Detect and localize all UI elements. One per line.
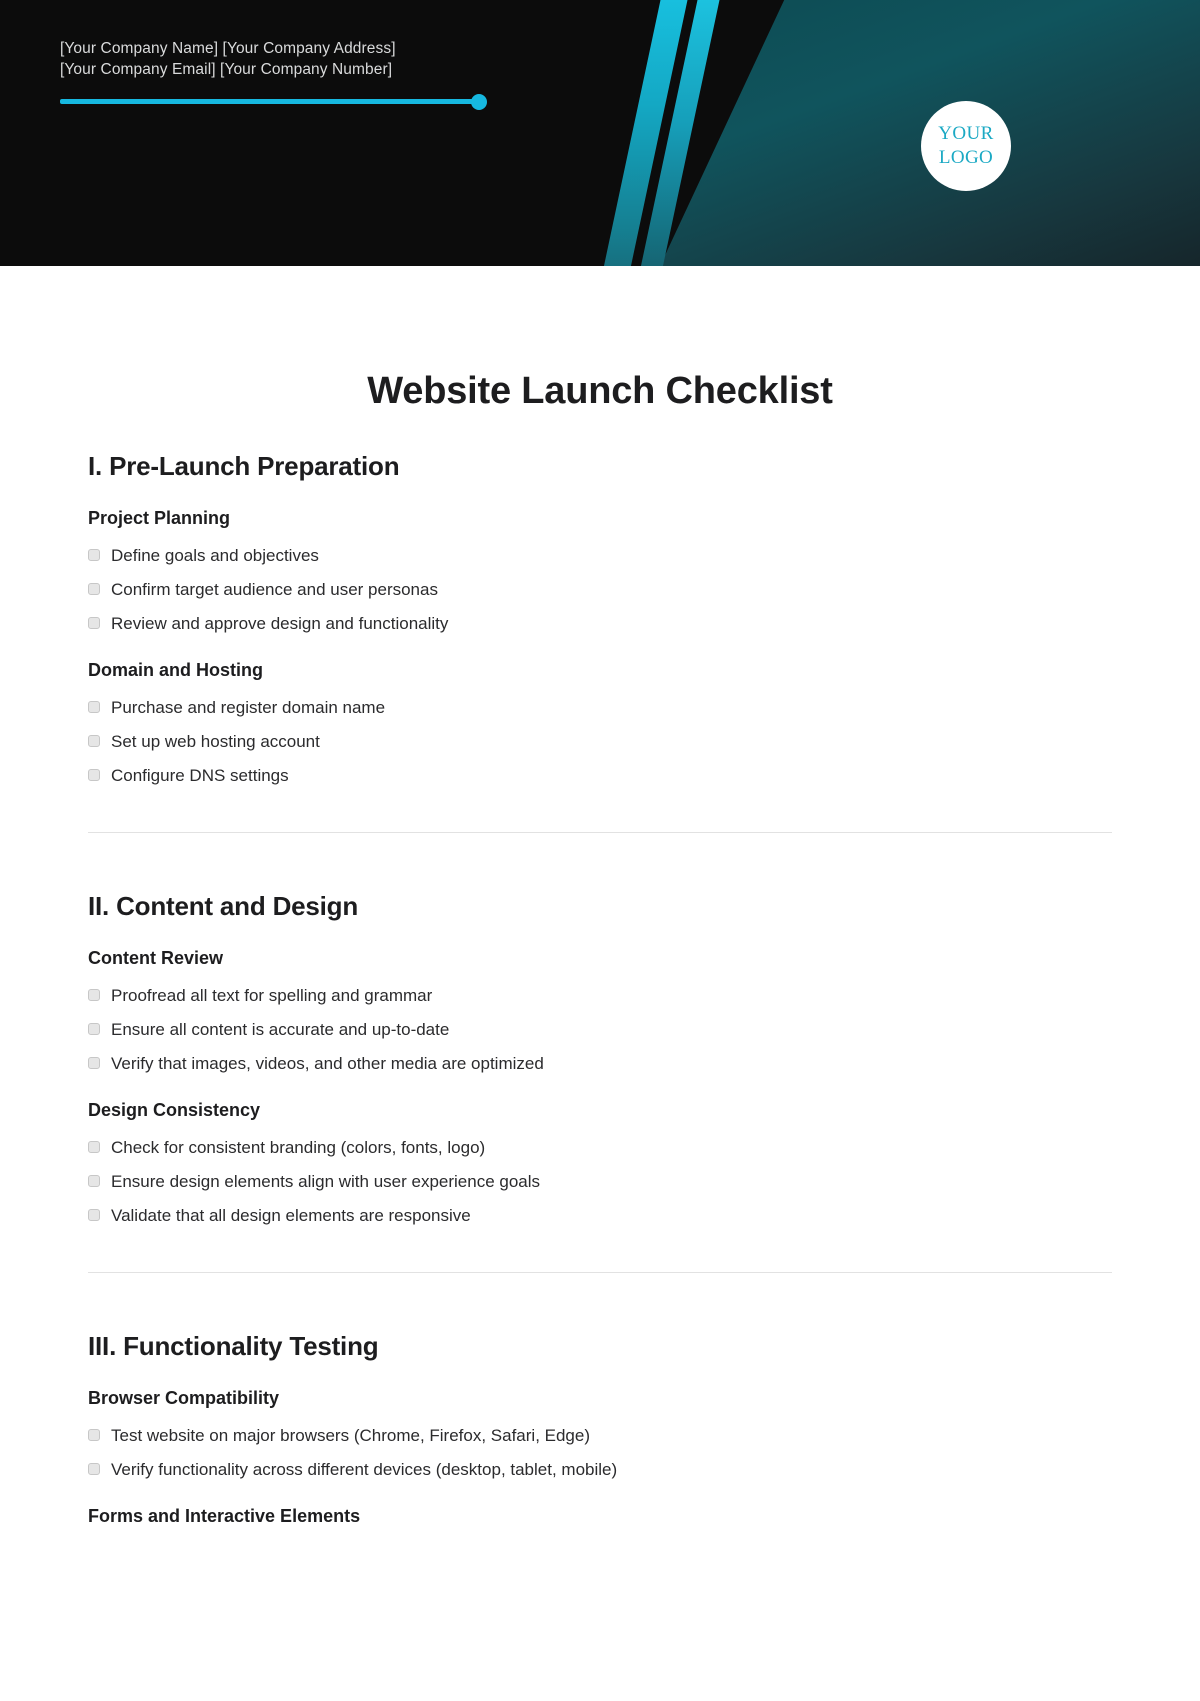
checklist: Proofread all text for spelling and gram…	[88, 985, 1112, 1074]
group-heading: Forms and Interactive Elements	[88, 1506, 361, 1526]
checkbox-icon[interactable]	[88, 583, 100, 595]
checklist-item-label: Ensure all content is accurate and up-to…	[111, 1020, 450, 1039]
checklist-item-label: Confirm target audience and user persona…	[111, 580, 438, 599]
checklist-item-label: Set up web hosting account	[111, 732, 320, 751]
checklist-item-label: Proofread all text for spelling and gram…	[111, 986, 433, 1005]
checklist-item[interactable]: Verify functionality across different de…	[88, 1459, 1112, 1480]
checklist: Test website on major browsers (Chrome, …	[88, 1425, 1112, 1480]
checkbox-icon[interactable]	[88, 735, 100, 747]
checklist-item[interactable]: Test website on major browsers (Chrome, …	[88, 1425, 1112, 1446]
checklist-item-label: Verify functionality across different de…	[111, 1460, 618, 1479]
checklist-item[interactable]: Proofread all text for spelling and gram…	[88, 985, 1112, 1006]
group-heading: Content Review	[88, 948, 224, 968]
accent-bar	[60, 99, 484, 104]
checkbox-icon[interactable]	[88, 1463, 100, 1475]
section-heading: II. Content and Design	[88, 891, 359, 921]
checkbox-icon[interactable]	[88, 989, 100, 1001]
checklist-item-label: Review and approve design and functional…	[111, 614, 449, 633]
accent-dot-icon	[471, 94, 487, 110]
section-heading: I. Pre-Launch Preparation	[88, 451, 400, 481]
page-title: Website Launch Checklist	[367, 370, 833, 412]
checklist-item[interactable]: Confirm target audience and user persona…	[88, 579, 1112, 600]
company-name-address: [Your Company Name] [Your Company Addres…	[60, 40, 396, 57]
checkbox-icon[interactable]	[88, 1175, 100, 1187]
checklist-item-label: Verify that images, videos, and other me…	[111, 1054, 544, 1073]
checkbox-icon[interactable]	[88, 617, 100, 629]
checkbox-icon[interactable]	[88, 1429, 100, 1441]
checkbox-icon[interactable]	[88, 1141, 100, 1153]
group-heading: Design Consistency	[88, 1100, 261, 1120]
checklist-item-label: Test website on major browsers (Chrome, …	[111, 1426, 591, 1445]
checklist: Check for consistent branding (colors, f…	[88, 1137, 1112, 1226]
checklist-item-label: Ensure design elements align with user e…	[111, 1172, 541, 1191]
logo-placeholder: YOUR LOGO	[921, 101, 1011, 191]
checklist-item[interactable]: Configure DNS settings	[88, 765, 1112, 786]
checklist-item[interactable]: Check for consistent branding (colors, f…	[88, 1137, 1112, 1158]
logo-line-1: YOUR	[938, 122, 994, 144]
checklist-item[interactable]: Review and approve design and functional…	[88, 613, 1112, 634]
checklist-item[interactable]: Verify that images, videos, and other me…	[88, 1053, 1112, 1074]
checkbox-icon[interactable]	[88, 701, 100, 713]
accent-slider-decoration	[60, 94, 495, 110]
checklist-item-label: Purchase and register domain name	[111, 698, 386, 717]
checkbox-icon[interactable]	[88, 769, 100, 781]
checklist-item[interactable]: Ensure all content is accurate and up-to…	[88, 1019, 1112, 1040]
checklist-section: I. Pre-Launch Preparation Project Plannin…	[88, 451, 1112, 786]
checklist-item[interactable]: Validate that all design elements are re…	[88, 1205, 1112, 1226]
checklist-item-label: Check for consistent branding (colors, f…	[111, 1138, 486, 1157]
section-heading: III. Functionality Testing	[88, 1331, 379, 1361]
checklist: Define goals and objectives Confirm targe…	[88, 545, 1112, 634]
checkbox-icon[interactable]	[88, 549, 100, 561]
checkbox-icon[interactable]	[88, 1057, 100, 1069]
checklist-item[interactable]: Set up web hosting account	[88, 731, 1112, 752]
checklist-section: II. Content and Design Content Review Proo…	[88, 891, 1112, 1226]
checklist-item-label: Validate that all design elements are re…	[111, 1206, 471, 1225]
checkbox-icon[interactable]	[88, 1209, 100, 1221]
checklist-item[interactable]: Define goals and objectives	[88, 545, 1112, 566]
header-banner: [Your Company Name] [Your Company Addres…	[0, 0, 1200, 266]
checkbox-icon[interactable]	[88, 1023, 100, 1035]
checklist-item-label: Configure DNS settings	[111, 766, 289, 785]
group-heading: Domain and Hosting	[88, 660, 263, 680]
group-heading: Project Planning	[88, 508, 231, 528]
checklist: Purchase and register domain name Set up …	[88, 697, 1112, 786]
company-email-number: [Your Company Email] [Your Company Numbe…	[60, 61, 393, 78]
checklist-item[interactable]: Purchase and register domain name	[88, 697, 1112, 718]
checklist-section: III. Functionality Testing Browser Compat…	[88, 1331, 1112, 1527]
document-body: Website Launch Checklist I. Pre-Launch P…	[0, 370, 1200, 1527]
checklist-item[interactable]: Ensure design elements align with user e…	[88, 1171, 1112, 1192]
group-heading: Browser Compatibility	[88, 1388, 280, 1408]
logo-line-2: LOGO	[938, 147, 994, 168]
checklist-item-label: Define goals and objectives	[111, 546, 319, 565]
sections-container: I. Pre-Launch Preparation Project Plannin…	[88, 451, 1112, 1527]
company-info-block: [Your Company Name] [Your Company Addres…	[60, 38, 620, 110]
